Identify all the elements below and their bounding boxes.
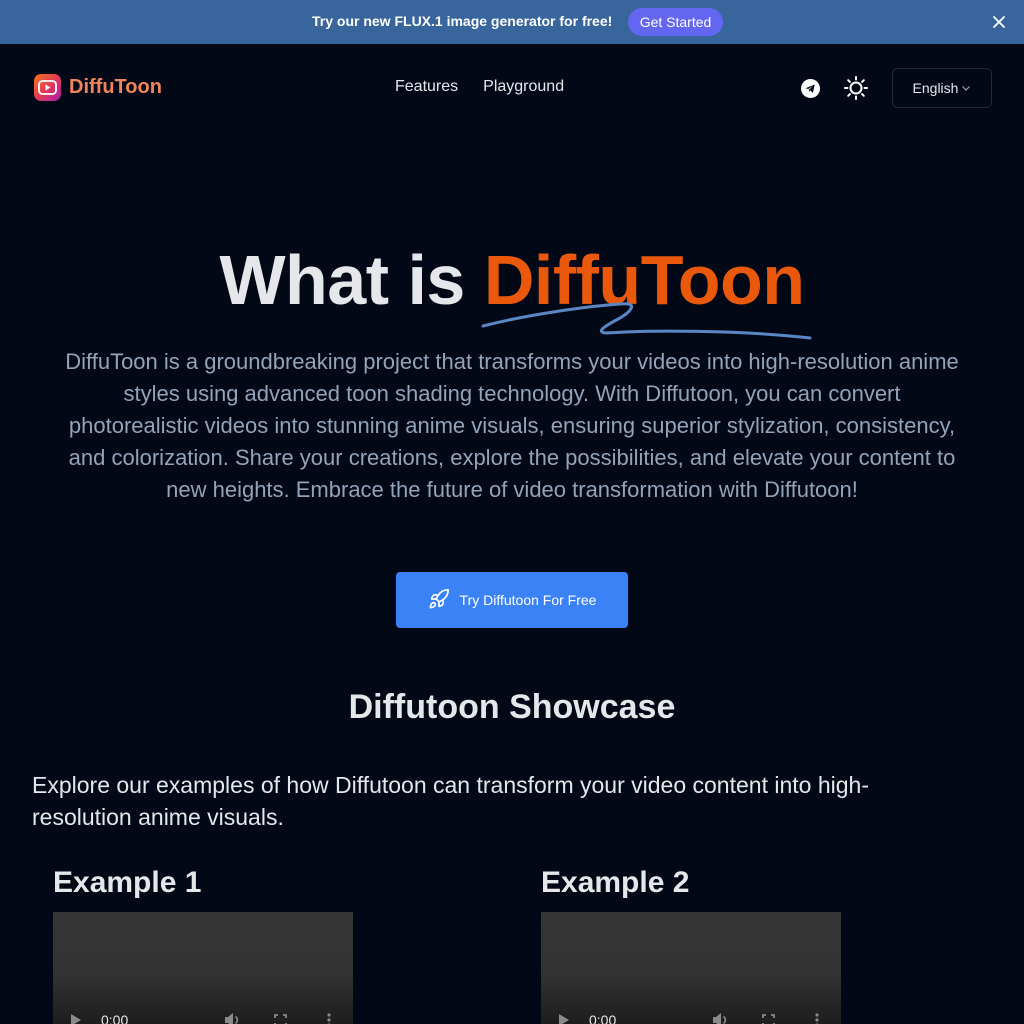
fullscreen-icon[interactable] [274,1013,287,1024]
chevron-down-icon [961,80,971,96]
nav-features[interactable]: Features [395,78,458,96]
nav-playground[interactable]: Playground [483,78,564,96]
example-card: Example 1 0:00 [53,866,353,1024]
try-diffutoon-button[interactable]: Try Diffutoon For Free [396,572,628,628]
cta-label: Try Diffutoon For Free [459,592,597,608]
banner-text: Try our new FLUX.1 image generator for f… [312,13,613,29]
logo-text: DiffuToon [69,76,162,98]
main-nav: Features Playground [395,78,564,96]
video-controls: 0:00 [53,1008,353,1024]
video-player[interactable]: 0:00 [53,912,353,1024]
hero-description: DiffuToon is a groundbreaking project th… [65,349,959,502]
language-selected: English [912,80,959,96]
language-select[interactable]: English [892,68,992,108]
logo-link[interactable]: DiffuToon [34,74,162,101]
play-icon[interactable] [71,1014,81,1024]
squiggle-underline [481,302,812,340]
video-time: 0:00 [589,1012,617,1024]
example-title: Example 2 [541,866,690,899]
video-controls: 0:00 [541,1008,841,1024]
get-started-button[interactable]: Get Started [628,8,723,36]
showcase-title: Diffutoon Showcase [348,688,676,726]
volume-icon[interactable] [225,1013,241,1024]
close-icon[interactable] [990,13,1008,31]
site-header: DiffuToon Features Playground English [0,44,1024,132]
more-options-icon[interactable] [327,1013,331,1024]
telegram-icon[interactable] [801,79,820,98]
volume-icon[interactable] [713,1013,729,1024]
more-options-icon[interactable] [815,1013,819,1024]
fullscreen-icon[interactable] [762,1013,775,1024]
play-icon[interactable] [559,1014,569,1024]
sun-icon[interactable] [843,75,869,101]
video-time: 0:00 [101,1012,129,1024]
example-title: Example 1 [53,866,202,899]
video-player[interactable]: 0:00 [541,912,841,1024]
promo-banner: Try our new FLUX.1 image generator for f… [0,0,1024,44]
example-card: Example 2 0:00 [541,866,841,1024]
play-video-icon [34,74,61,101]
hero-title-prefix: What is [219,241,484,319]
showcase-description: Explore our examples of how Diffutoon ca… [32,772,869,830]
rocket-icon [428,588,450,613]
